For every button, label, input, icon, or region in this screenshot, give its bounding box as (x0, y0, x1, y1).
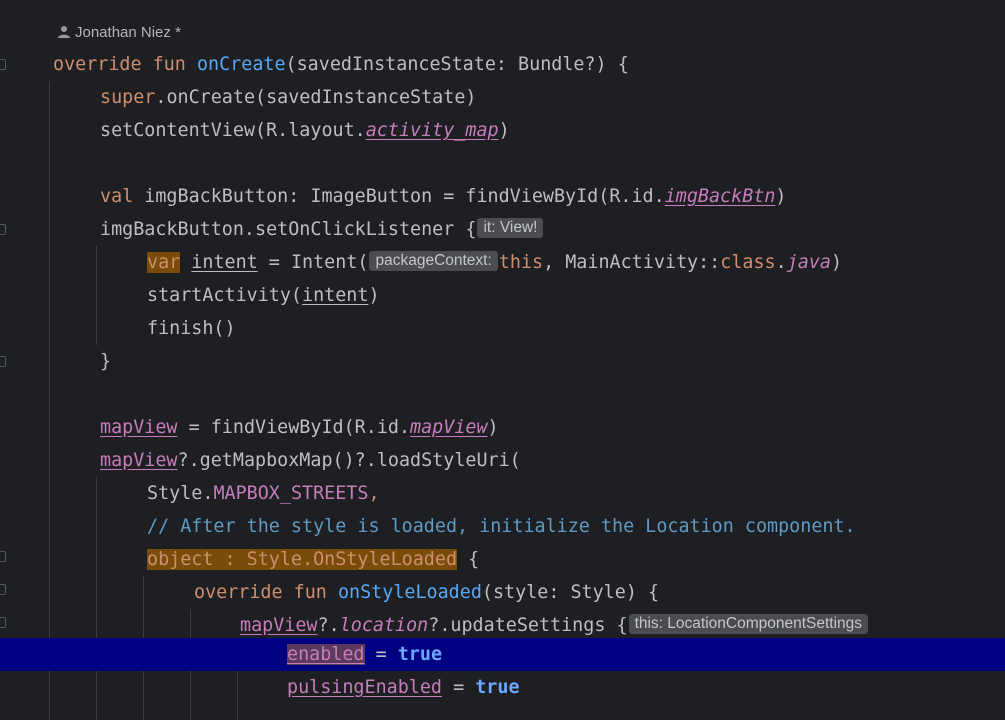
code-text: { (457, 549, 480, 570)
code-text: ) (368, 285, 380, 306)
code-text: ?.getMapboxMap()?.loadStyleUri( (177, 450, 521, 471)
code-line[interactable]: setContentView(R.layout.activity_map) (0, 114, 1005, 147)
resource-reference[interactable]: mapView (410, 417, 488, 438)
person-icon (58, 26, 70, 38)
code-text: , (368, 483, 380, 504)
code-text: ?. (317, 615, 340, 636)
property[interactable]: mapView (100, 417, 178, 438)
comment: // After the style is loaded, initialize… (147, 516, 856, 537)
code-line[interactable]: val imgBackButton: ImageButton = findVie… (0, 180, 1005, 213)
property[interactable]: mapView (100, 450, 178, 471)
keyword: class (720, 252, 776, 273)
code-text: = (442, 677, 476, 698)
code-line[interactable]: Style.MAPBOX_STREETS, (0, 477, 1005, 510)
code-text: imgBackButton: ImageButton = findViewByI… (133, 186, 665, 207)
variable[interactable]: intent (191, 252, 257, 273)
author-inlay[interactable]: Jonathan Niez * (57, 21, 181, 43)
code-line[interactable]: mapView = findViewById(R.id.mapView) (0, 411, 1005, 444)
code-line[interactable]: startActivity(intent) (0, 279, 1005, 312)
code-line[interactable]: override fun onCreate(savedInstanceState… (0, 48, 1005, 81)
function-name: onStyleLoaded (337, 582, 482, 603)
type-hint: it: View! (477, 218, 544, 238)
code-text: ?.updateSettings { (428, 615, 628, 636)
keyword: var (147, 252, 181, 273)
code-line[interactable]: finish() (0, 312, 1005, 345)
property[interactable]: enabled (287, 644, 365, 665)
code-text: startActivity( (147, 285, 303, 306)
code-line[interactable]: imgBackButton.setOnClickListener {it: Vi… (0, 213, 1005, 246)
code-text: ) (487, 417, 499, 438)
keyword: override (53, 54, 142, 75)
property: location (339, 615, 429, 636)
author-name: Jonathan Niez * (75, 23, 181, 41)
property: java (786, 252, 831, 273)
property[interactable]: pulsingEnabled (287, 677, 442, 698)
code-text: ) (498, 120, 510, 141)
resource-reference[interactable]: activity_map (366, 120, 499, 141)
code-line[interactable] (0, 378, 1005, 411)
code-line[interactable]: override fun onStyleLoaded(style: Style)… (0, 576, 1005, 609)
keyword: super (100, 87, 156, 108)
resource-reference[interactable]: imgBackBtn (665, 186, 776, 207)
code-text: = Intent( (257, 252, 369, 273)
code-text: , MainActivity:: (543, 252, 721, 273)
code-editor[interactable]: Jonathan Niez * override fun onCreate(sa… (0, 0, 1005, 720)
current-code-line[interactable]: enabled = true (0, 638, 1005, 671)
code-text: . (775, 252, 787, 273)
code-line[interactable]: } (0, 345, 1005, 378)
code-line[interactable]: // After the style is loaded, initialize… (0, 510, 1005, 543)
code-text: = findViewById(R.id. (177, 417, 411, 438)
code-text: imgBackButton.setOnClickListener { (100, 219, 477, 240)
code-text: = (364, 644, 398, 665)
code-line[interactable] (0, 147, 1005, 180)
code-line[interactable]: super.onCreate(savedInstanceState) (0, 81, 1005, 114)
function-name: onCreate (196, 54, 286, 75)
code-text: (style: Style) { (481, 582, 660, 603)
code-text: Style. (147, 483, 214, 504)
code-line[interactable]: var intent = Intent(packageContext: this,… (0, 246, 1005, 279)
keyword: this (498, 252, 544, 273)
code-text: } (100, 351, 112, 372)
code-line[interactable]: mapView?.getMapboxMap()?.loadStyleUri( (0, 444, 1005, 477)
code-line[interactable]: pulsingEnabled = true (0, 671, 1005, 704)
keyword: override (194, 582, 283, 603)
boolean-literal: true (475, 677, 520, 698)
code-text: ) (775, 186, 787, 207)
keyword: fun (152, 54, 186, 75)
property[interactable]: mapView (240, 615, 318, 636)
parameter-hint: packageContext: (369, 251, 498, 271)
keyword: fun (293, 582, 327, 603)
type-hint: this: LocationComponentSettings (628, 614, 869, 634)
keyword: val (100, 186, 134, 207)
code-line[interactable]: object : Style.OnStyleLoaded { (0, 543, 1005, 576)
code-text: (savedInstanceState: Bundle?) { (285, 54, 629, 75)
code-text: ) (831, 252, 843, 273)
code-text: .onCreate(savedInstanceState) (155, 87, 477, 108)
constant: MAPBOX_STREETS (213, 483, 369, 504)
code-text: setContentView(R.layout. (100, 120, 366, 141)
code-text: finish() (147, 318, 236, 339)
keyword: object : Style.OnStyleLoaded (147, 549, 458, 570)
variable[interactable]: intent (302, 285, 368, 306)
boolean-literal: true (397, 644, 443, 665)
